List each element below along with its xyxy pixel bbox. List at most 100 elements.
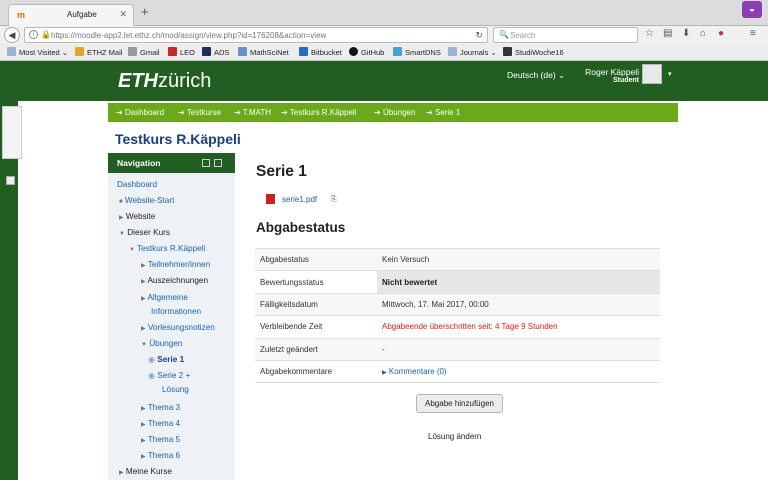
row-value: Mittwoch, 17. Mai 2017, 00:00 bbox=[377, 292, 660, 317]
row-label: Abgabekommentare bbox=[255, 359, 377, 384]
nav-item-dashboard[interactable]: Dashboard bbox=[117, 179, 157, 191]
github-icon bbox=[349, 47, 358, 56]
breadcrumb: ➔ Dashboard ➔ Testkurse ➔ T.MATH ➔ Testk… bbox=[108, 103, 678, 122]
ads-icon bbox=[202, 47, 211, 56]
private-browsing-icon[interactable]: ◒ bbox=[742, 1, 762, 18]
table-row: Abgabestatus Kein Versuch bbox=[255, 247, 660, 272]
search-input[interactable]: Search bbox=[510, 31, 535, 40]
home-icon[interactable]: ⌂ bbox=[700, 28, 706, 39]
eth-logo[interactable]: ETHzürich bbox=[118, 71, 211, 91]
url-bar[interactable]: i 🔒 https://moodle-app2.let.ethz.ch/mod/… bbox=[24, 27, 488, 43]
bookmark-most-visited[interactable]: Most Visited ⌄ bbox=[7, 47, 68, 57]
avatar[interactable] bbox=[642, 64, 662, 84]
comments-link[interactable]: Kommentare (0) bbox=[389, 367, 447, 376]
nav-item-thema-6[interactable]: ▶ Thema 6 bbox=[141, 450, 180, 463]
bookmark-mathscinet[interactable]: MathSciNet bbox=[238, 47, 289, 57]
site-header: ETHzürich Deutsch (de) ⌄ Roger Käppeli S… bbox=[0, 61, 768, 101]
breadcrumb-item[interactable]: ➔ Testkurse bbox=[178, 108, 221, 117]
bookmark-github[interactable]: GitHub bbox=[349, 47, 384, 57]
breadcrumb-item[interactable]: ➔ Übungen bbox=[374, 108, 415, 117]
lock-icon: 🔒 bbox=[41, 30, 51, 39]
reading-list-icon[interactable]: ▤ bbox=[663, 28, 672, 39]
nav-item-meine-kurse[interactable]: ▶ Meine Kurse bbox=[119, 466, 172, 479]
download-icon[interactable]: ⬇ bbox=[682, 28, 690, 39]
folder-icon bbox=[7, 47, 16, 56]
course-title[interactable]: Testkurs R.Käppeli bbox=[115, 131, 241, 147]
new-tab-icon[interactable]: + bbox=[141, 4, 149, 19]
mathscinet-icon bbox=[238, 47, 247, 56]
expand-icon[interactable]: ▶ bbox=[382, 370, 387, 376]
nav-item-teilnehmer[interactable]: ▶ Teilnehmer/innen bbox=[141, 259, 210, 272]
bookmark-studiwoche[interactable]: StudiWoche16 bbox=[503, 47, 564, 57]
studiwoche-icon bbox=[503, 47, 512, 56]
breadcrumb-item: ➔ Serie 1 bbox=[426, 108, 461, 117]
nav-item-website[interactable]: ▶ Website bbox=[119, 211, 155, 224]
nav-item-website-start[interactable]: ■ Website-Start bbox=[119, 195, 174, 208]
row-label: Abgabestatus bbox=[255, 247, 377, 272]
nav-item-dieser-kurs[interactable]: ▼ Dieser Kurs bbox=[119, 227, 170, 240]
table-row: Fälligkeitsdatum Mittwoch, 17. Mai 2017, … bbox=[255, 292, 660, 317]
mail-icon bbox=[75, 47, 84, 56]
nav-item-loesung-line[interactable]: Lösung bbox=[162, 384, 189, 396]
breadcrumb-item[interactable]: ➔ T.MATH bbox=[234, 108, 271, 117]
bookmark-journals[interactable]: Journals ⌄ bbox=[448, 47, 497, 57]
dock-icon[interactable] bbox=[6, 176, 15, 185]
nav-item-vorlesungsnotizen[interactable]: ▶ Vorlesungsnotizen bbox=[141, 322, 215, 335]
bookmark-bitbucket[interactable]: Bitbucket bbox=[299, 47, 342, 57]
bookmark-smartdns[interactable]: SmartDNS bbox=[393, 47, 441, 57]
row-label: Fälligkeitsdatum bbox=[255, 292, 377, 317]
row-value: Nicht bewertet bbox=[377, 270, 660, 294]
assignment-icon: ◉ bbox=[148, 355, 155, 364]
nav-item-thema-5[interactable]: ▶ Thema 5 bbox=[141, 434, 180, 447]
breadcrumb-item[interactable]: ➔ Testkurs R.Käppeli bbox=[281, 108, 356, 117]
star-icon[interactable]: ☆ bbox=[645, 28, 654, 39]
file-link[interactable]: serie1.pdf bbox=[266, 194, 317, 204]
bitbucket-icon bbox=[299, 47, 308, 56]
bookmarks-bar: Most Visited ⌄ ETHZ Mail Gmail LEO ADS M… bbox=[0, 44, 768, 61]
collapse-icon[interactable] bbox=[202, 159, 210, 167]
nav-item-serie-1[interactable]: ◉ Serie 1 bbox=[148, 354, 184, 366]
reload-icon[interactable]: ↻ bbox=[475, 30, 483, 41]
nav-item-uebungen[interactable]: ▼ Übungen bbox=[141, 338, 182, 351]
folder-icon bbox=[448, 47, 457, 56]
breadcrumb-item[interactable]: ➔ Dashboard bbox=[116, 108, 164, 117]
bookmark-ethz-mail[interactable]: ETHZ Mail bbox=[75, 47, 122, 57]
dock-tab[interactable] bbox=[2, 106, 22, 159]
bookmark-gmail[interactable]: Gmail bbox=[128, 47, 160, 57]
user-name[interactable]: Roger Käppeli bbox=[585, 67, 639, 77]
status-heading: Abgabestatus bbox=[256, 220, 346, 235]
nav-item-testkurs[interactable]: ▼ Testkurs R.Käppeli bbox=[129, 243, 205, 256]
language-menu[interactable]: Deutsch (de) ⌄ bbox=[507, 70, 565, 81]
bookmark-leo[interactable]: LEO bbox=[168, 47, 195, 57]
search-bar[interactable]: 🔍 Search bbox=[493, 27, 638, 43]
nav-item-allgemeine-informationen[interactable]: ▶ Allgemeine bbox=[141, 292, 188, 305]
add-submission-button[interactable]: Abgabe hinzufügen bbox=[416, 394, 503, 413]
adblock-icon[interactable]: ● bbox=[718, 28, 724, 39]
navigation-block: Navigation Dashboard ■ Website-Start ▶ W… bbox=[108, 153, 235, 480]
nav-item-serie-2[interactable]: ◉ Serie 2 + bbox=[148, 370, 190, 382]
row-value: Kein Versuch bbox=[377, 247, 660, 272]
help-icon[interactable]: ⎘ bbox=[331, 196, 337, 204]
row-label: Verbleibende Zeit bbox=[255, 315, 377, 339]
pdf-icon bbox=[266, 194, 275, 204]
page-title: Serie 1 bbox=[256, 163, 307, 180]
browser-tab[interactable]: m Aufgabe ✕ bbox=[8, 4, 134, 26]
bookmark-ads[interactable]: ADS bbox=[202, 47, 229, 57]
nav-item-auszeichnungen[interactable]: ▶ Auszeichnungen bbox=[141, 275, 208, 288]
nav-item-informationen-line[interactable]: Informationen bbox=[151, 306, 201, 318]
menu-icon[interactable]: ≡ bbox=[750, 28, 756, 39]
row-label: Bewertungsstatus bbox=[255, 270, 377, 294]
row-value: Abgabeende überschritten seit: 4 Tage 9 … bbox=[377, 315, 660, 339]
edit-solution-text: Lösung ändern bbox=[428, 432, 482, 441]
url-text[interactable]: https://moodle-app2.let.ethz.ch/mod/assi… bbox=[51, 31, 326, 40]
nav-item-thema-3[interactable]: ▶ Thema 3 bbox=[141, 402, 180, 415]
back-button[interactable]: ◀ bbox=[4, 27, 20, 43]
nav-item-thema-4[interactable]: ▶ Thema 4 bbox=[141, 418, 180, 431]
leo-icon bbox=[168, 47, 177, 56]
close-tab-icon[interactable]: ✕ bbox=[119, 9, 127, 20]
user-menu-caret-icon[interactable]: ▾ bbox=[668, 70, 672, 78]
row-label: Zuletzt geändert bbox=[255, 337, 377, 361]
dock-block-icon[interactable] bbox=[214, 159, 222, 167]
info-icon[interactable]: i bbox=[29, 30, 38, 39]
tab-title: Aufgabe bbox=[67, 10, 97, 19]
